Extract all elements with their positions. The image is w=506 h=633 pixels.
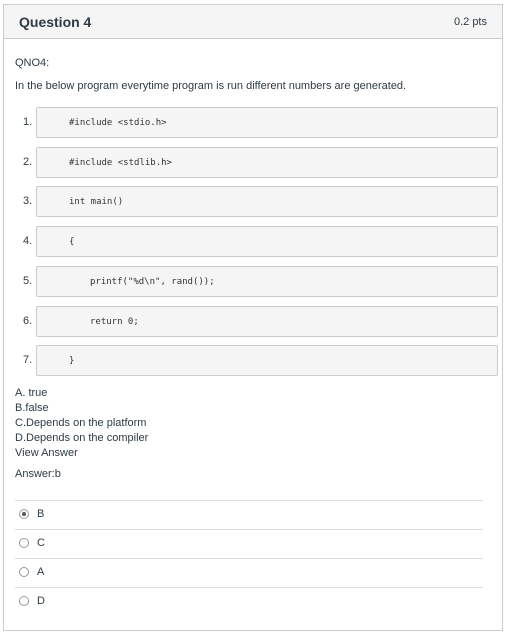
radio-button[interactable] — [19, 596, 29, 606]
choice-label: B — [37, 508, 45, 520]
question-intro: In the below program everytime program i… — [15, 80, 407, 92]
code-line: 4.{ — [15, 226, 498, 257]
radio-button[interactable] — [19, 538, 29, 548]
answer-choice[interactable]: A — [15, 558, 483, 587]
code-line-text: return 0; — [36, 306, 498, 337]
option-text: B.false — [15, 402, 49, 414]
code-line-number: 2. — [23, 156, 33, 168]
view-answer-text: View Answer — [15, 447, 78, 459]
code-line: 3. int main() — [15, 186, 498, 217]
choice-label: C — [37, 537, 45, 549]
radio-button[interactable] — [19, 509, 29, 519]
code-line-number: 6. — [23, 315, 33, 327]
code-line: 1. #include <stdio.h> — [15, 107, 498, 138]
option-text: D.Depends on the compiler — [15, 432, 149, 444]
code-line-text: #include <stdlib.h> — [36, 147, 498, 178]
code-line: 5. printf("%d\n", rand()); — [15, 266, 498, 297]
option-text: A. true — [15, 387, 48, 399]
answer-text: Answer:b — [15, 468, 61, 480]
code-line-number: 3. — [23, 195, 33, 207]
code-line: 7.} — [15, 345, 498, 376]
radio-button[interactable] — [19, 567, 29, 577]
question-number: QNO4: — [15, 57, 50, 69]
code-line-text: int main() — [36, 186, 498, 217]
question-points: 0.2 pts — [453, 15, 487, 28]
code-line-text: { — [36, 226, 498, 257]
code-line-text: printf("%d\n", rand()); — [36, 266, 498, 297]
answer-choice[interactable]: C — [15, 529, 483, 558]
answer-choice[interactable]: B — [15, 500, 483, 529]
choice-label: A — [37, 566, 45, 578]
code-line-text: #include <stdio.h> — [36, 107, 498, 138]
code-line-text: } — [36, 345, 498, 376]
code-line: 2. #include <stdlib.h> — [15, 147, 498, 178]
choice-label: D — [37, 595, 45, 607]
question-header: Question 4 0.2 pts — [4, 5, 502, 39]
question-title: Question 4 — [19, 13, 92, 30]
code-line: 6. return 0; — [15, 306, 498, 337]
code-line-number: 4. — [23, 235, 33, 247]
option-text: C.Depends on the platform — [15, 417, 147, 429]
code-line-number: 5. — [23, 275, 33, 287]
code-line-number: 7. — [23, 354, 33, 366]
code-line-number: 1. — [23, 116, 33, 128]
answer-choice[interactable]: D — [15, 587, 483, 616]
